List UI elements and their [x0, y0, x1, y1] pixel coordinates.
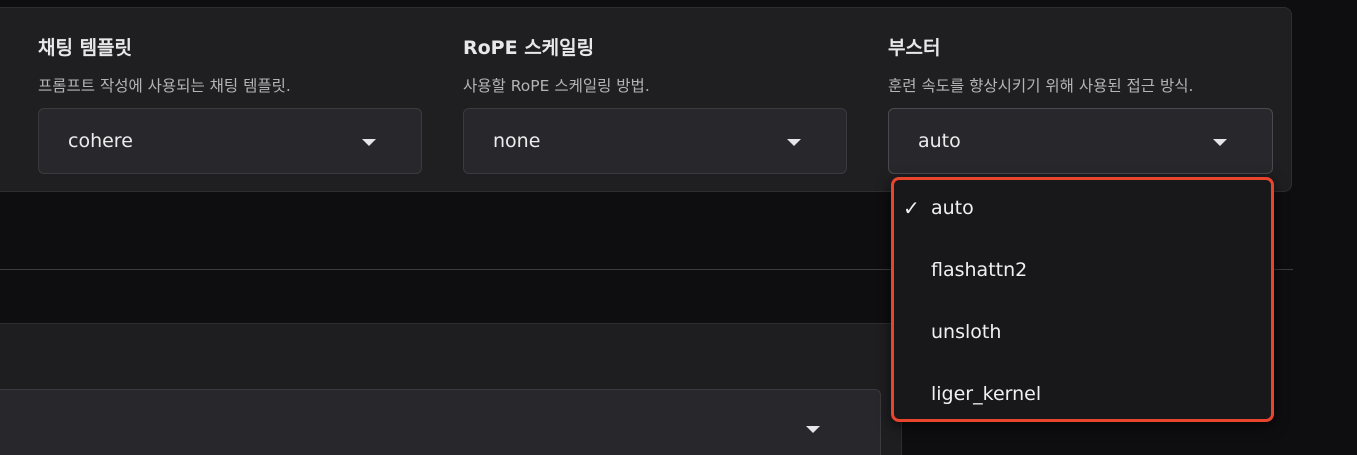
page: 채팅 템플릿 프롬프트 작성에 사용되는 채팅 템플릿. cohere RoPE… [0, 0, 1357, 455]
chevron-down-icon [787, 139, 801, 146]
option-auto[interactable]: ✓ auto [894, 187, 1271, 231]
option-liger-kernel[interactable]: liger_kernel [894, 373, 1271, 417]
option-label: flashattn2 [931, 259, 1028, 281]
rope-scaling-description: 사용할 RoPE 스케일링 방법. [463, 77, 650, 95]
option-unsloth[interactable]: unsloth [894, 311, 1271, 355]
settings-panel: 채팅 템플릿 프롬프트 작성에 사용되는 채팅 템플릿. cohere RoPE… [0, 7, 1292, 192]
checkmark-icon: ✓ [903, 196, 920, 220]
chevron-down-icon [806, 426, 820, 433]
booster-description: 훈련 속도를 향상시키기 위해 사용된 접근 방식. [888, 77, 1194, 95]
chat-template-label: 채팅 템플릿 [38, 37, 133, 59]
chat-template-description: 프롬프트 작성에 사용되는 채팅 템플릿. [38, 77, 291, 95]
chevron-down-icon [1213, 139, 1227, 146]
booster-value: auto [918, 130, 961, 152]
chat-template-select[interactable]: cohere [38, 108, 422, 174]
chevron-down-icon [362, 139, 376, 146]
booster-select[interactable]: auto [888, 108, 1273, 174]
option-label: unsloth [931, 321, 1002, 343]
option-label: liger_kernel [931, 383, 1042, 405]
rope-scaling-select[interactable]: none [463, 108, 847, 174]
lower-select[interactable] [0, 389, 881, 455]
rope-scaling-label: RoPE 스케일링 [463, 37, 595, 59]
booster-label: 부스터 [888, 37, 941, 59]
lower-panel [0, 323, 902, 455]
rope-scaling-value: none [493, 130, 541, 152]
booster-dropdown-menu: ✓ auto flashattn2 unsloth liger_kernel [891, 177, 1274, 422]
option-label: auto [931, 197, 974, 219]
option-flashattn2[interactable]: flashattn2 [894, 249, 1271, 293]
chat-template-value: cohere [68, 130, 133, 152]
